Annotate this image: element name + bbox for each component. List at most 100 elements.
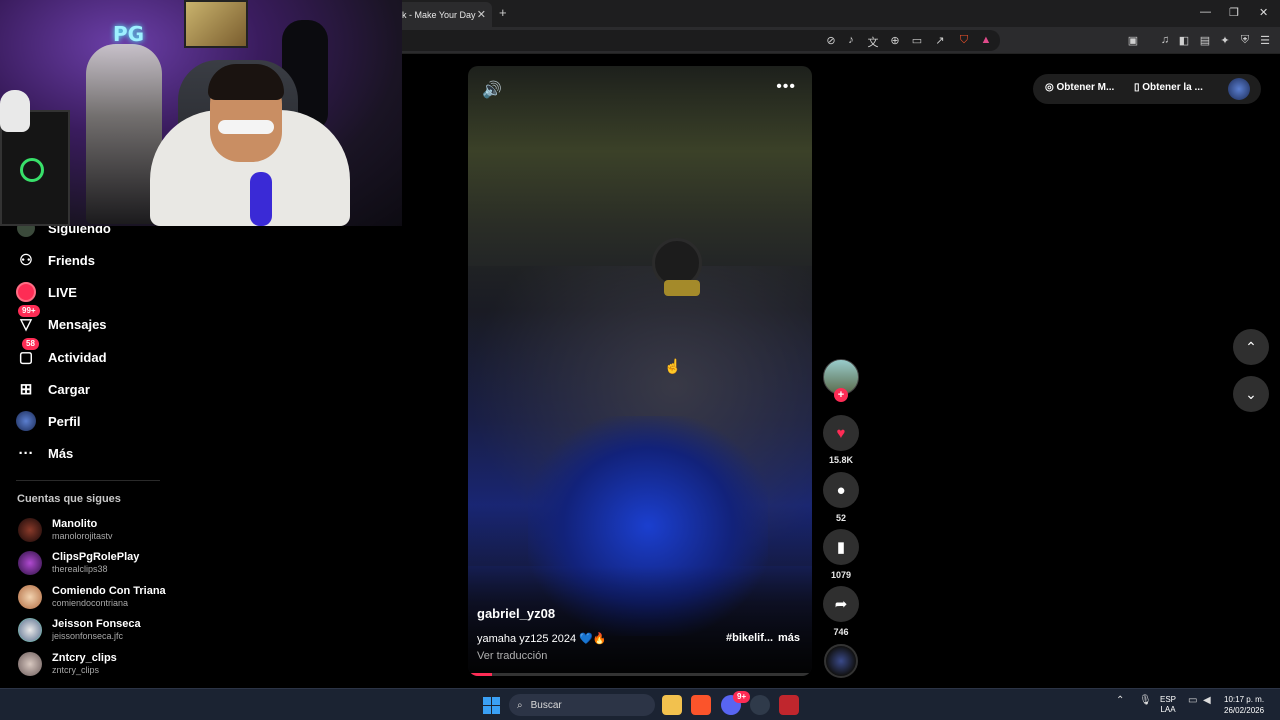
followed-account[interactable]: Zntcry_clips zntcry_clips [18, 652, 117, 676]
activity-icon: ▢ 58 [16, 338, 39, 367]
network-icon[interactable]: ▭ [1188, 695, 1197, 706]
sidebar-item-label: LIVE [48, 284, 77, 300]
profile-icon [16, 411, 36, 431]
sidebar-item-label: Cargar [48, 381, 90, 397]
zoom-icon[interactable]: ⊕ [888, 34, 902, 47]
messages-icon: ▽ 99+ [16, 305, 40, 334]
get-coins-button[interactable]: ◎ Obtener M... [1045, 82, 1114, 93]
video-caption: yamaha yz125 2024 💙🔥 [477, 633, 607, 645]
windows-start-icon[interactable] [483, 697, 500, 714]
volume-icon[interactable]: 🔊 [482, 80, 502, 100]
account-username: zntcry_clips [52, 665, 100, 675]
video-hashtag[interactable]: #bikelif... [726, 632, 773, 644]
follow-plus-icon[interactable]: + [834, 388, 848, 402]
chevron-up-icon: ⌃ [1245, 338, 1257, 355]
microphone-icon[interactable]: 🎙 [1139, 695, 1152, 706]
taskbar-search[interactable]: ⌕ Buscar [509, 694, 655, 716]
menu-icon[interactable]: ☰ [1258, 34, 1272, 47]
live-icon [16, 282, 36, 302]
sidebar-divider [16, 480, 160, 481]
sidebar-item-live[interactable]: LIVE [16, 279, 77, 305]
get-app-button[interactable]: ▯ Obtener la ... [1134, 82, 1203, 93]
account-username: comiendocontriana [52, 598, 129, 608]
account-username: therealclips38 [52, 564, 108, 574]
video-player[interactable]: 🔊 ••• gabriel_yz08 yamaha yz125 2024 💙🔥 … [468, 66, 812, 676]
next-video-button[interactable]: ⌄ [1233, 376, 1269, 412]
sidebar-item-label: Actividad [48, 349, 107, 365]
music-disc[interactable] [824, 644, 858, 678]
previous-video-button[interactable]: ⌃ [1233, 329, 1269, 365]
browser-tab[interactable]: k - Make Your Day ✕ [396, 2, 492, 27]
new-tab-button[interactable]: + [499, 5, 507, 20]
avatar [18, 585, 42, 609]
heart-icon: ♥ [836, 424, 846, 442]
wallet-icon[interactable]: ▤ [1198, 34, 1212, 47]
sunglasses [218, 120, 274, 134]
sidebar-item-friends[interactable]: ⚇ Friends [16, 247, 95, 273]
brave-browser-icon[interactable] [691, 695, 711, 715]
share-arrow-icon: ➦ [834, 596, 848, 613]
tab-search-icon[interactable]: ▣ [1126, 34, 1140, 47]
sidebar-item-label: Friends [48, 252, 95, 268]
followed-account[interactable]: ClipsPgRolePlay therealclips38 [18, 551, 139, 575]
coin-icon: ◎ [1045, 82, 1057, 93]
media-icon[interactable]: ♫ [1158, 34, 1172, 46]
more-options-icon[interactable]: ••• [776, 78, 796, 96]
app-icon[interactable] [750, 695, 770, 715]
streamer-hair [208, 64, 284, 100]
user-avatar[interactable] [1228, 78, 1250, 100]
followed-account[interactable]: Comiendo Con Triana comiendocontriana [18, 585, 166, 609]
windows-taskbar: ⌕ Buscar 9+ ⌃ 🎙 ESP LAA ▭ ◀ 10:17 p. m. 26… [0, 688, 1280, 720]
see-translation-link[interactable]: Ver traducción [477, 650, 547, 662]
sidebar-icon[interactable]: ◧ [1177, 34, 1191, 47]
sidebar-item-profile[interactable]: Perfil [16, 408, 81, 434]
account-name: ClipsPgRolePlay [52, 551, 140, 563]
leo-ai-icon[interactable]: ✦ [1218, 34, 1232, 47]
like-count: 15.8K [828, 455, 854, 465]
restore-button[interactable]: ❐ [1229, 6, 1239, 19]
account-name: Jeisson Fonseca [52, 618, 141, 630]
minimize-button[interactable]: — [1200, 6, 1211, 18]
taskbar-search-placeholder: Buscar [530, 699, 562, 711]
share-button[interactable]: ➦ [823, 586, 859, 622]
caption-more-button[interactable]: más [778, 632, 800, 644]
cast-icon[interactable]: ▭ [910, 34, 924, 47]
brave-rewards-icon[interactable]: ▲ [979, 34, 993, 46]
speaker-icon[interactable]: ◀ [1203, 695, 1211, 706]
sidebar-item-label: Mensajes [48, 316, 107, 332]
get-app-label: Obtener la ... [1142, 82, 1203, 93]
video-author[interactable]: gabriel_yz08 [477, 606, 555, 621]
brave-shields-icon[interactable]: ⛉ [957, 34, 971, 47]
wall-poster [184, 0, 248, 48]
share-icon[interactable]: ↗ [933, 34, 947, 47]
sidebar-item-more[interactable]: ··· Más [16, 440, 74, 466]
tab-close-icon[interactable]: ✕ [477, 8, 486, 21]
mute-tab-icon[interactable]: ♪ [844, 34, 858, 46]
file-explorer-icon[interactable] [662, 695, 682, 715]
messages-badge: 99+ [18, 305, 40, 317]
avatar [18, 551, 42, 575]
video-progress-bar[interactable] [468, 673, 812, 676]
sidebar-item-activity[interactable]: ▢ 58 Actividad [16, 338, 107, 370]
comment-button[interactable]: ● [823, 472, 859, 508]
discord-badge: 9+ [733, 691, 751, 703]
system-clock[interactable]: 10:17 p. m. 26/02/2026 [1224, 694, 1264, 716]
discord-icon[interactable]: 9+ [721, 691, 751, 715]
no-tracking-icon[interactable]: ⊘ [824, 34, 838, 47]
window-close-button[interactable]: ✕ [1259, 6, 1268, 19]
followed-account[interactable]: Manolito manolorojitastv [18, 518, 113, 542]
vpn-icon[interactable]: ⛨ [1238, 34, 1252, 47]
following-accounts-title: Cuentas que sigues [17, 493, 121, 505]
account-name: Comiendo Con Triana [52, 585, 166, 597]
followed-account[interactable]: Jeisson Fonseca jeissonfonseca.jfc [18, 618, 141, 642]
save-button[interactable]: ▮ [823, 529, 859, 565]
sidebar-item-messages[interactable]: ▽ 99+ Mensajes [16, 305, 107, 337]
streaming-app-icon[interactable] [779, 695, 799, 715]
video-progress-fill [468, 673, 493, 676]
tray-overflow-icon[interactable]: ⌃ [1116, 695, 1124, 706]
language-indicator[interactable]: ESP LAA [1160, 695, 1176, 715]
sidebar-item-upload[interactable]: ⊞ Cargar [16, 376, 90, 402]
hand-cursor-icon: ☝ [664, 358, 682, 374]
translate-icon[interactable]: 文 [866, 34, 880, 50]
like-button[interactable]: ♥ [823, 415, 859, 451]
